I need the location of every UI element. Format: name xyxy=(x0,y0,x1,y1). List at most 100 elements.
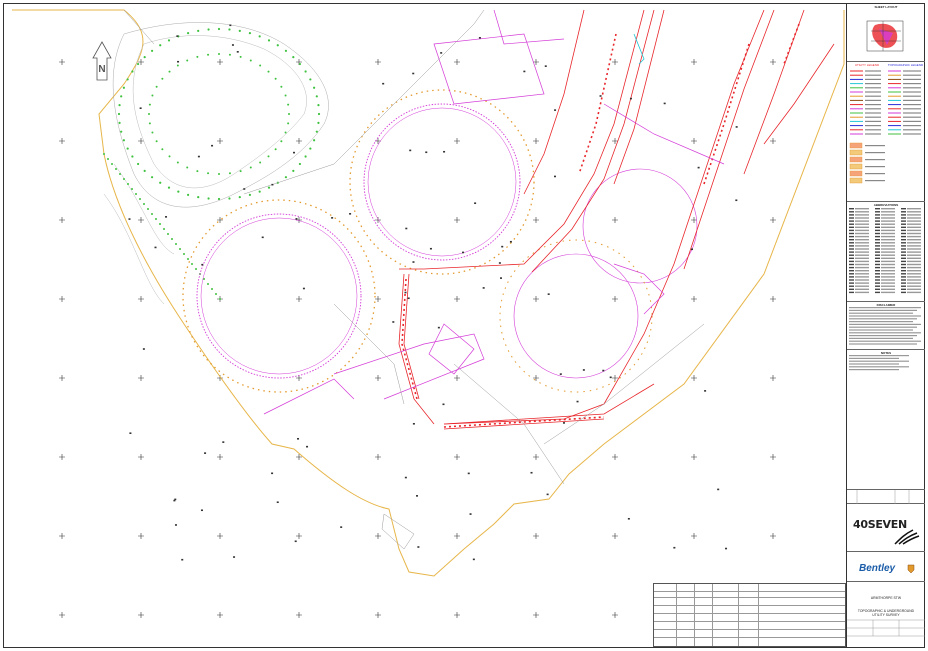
abbr-desc xyxy=(907,257,921,259)
notes-text-block xyxy=(849,355,909,371)
abbr-desc xyxy=(881,254,895,256)
level-dot xyxy=(118,121,121,124)
tank-outline xyxy=(367,107,517,257)
site-name: ARMTHORPE STW xyxy=(870,596,902,600)
abbr-desc xyxy=(881,217,895,219)
level-dot xyxy=(298,162,302,166)
level-dot xyxy=(191,263,193,265)
abbr-desc xyxy=(881,239,895,241)
contour-line xyxy=(112,22,329,208)
level-dot xyxy=(151,131,154,134)
abbr-desc xyxy=(907,285,921,287)
level-dot xyxy=(304,155,307,158)
level-dot xyxy=(228,53,231,56)
survey-drawing-sheet: N SHEET LAYOUT UTILITY LEGEND TOPOGRAPHI… xyxy=(0,0,928,651)
survey-label-mark xyxy=(627,517,630,520)
abbr-code xyxy=(875,229,880,232)
survey-label-mark xyxy=(442,403,445,406)
disclaimer-line xyxy=(849,315,921,317)
abbr-desc xyxy=(855,235,869,238)
grid-cross xyxy=(770,296,776,302)
legend-text-mark xyxy=(903,125,921,127)
survey-label-mark xyxy=(211,144,214,147)
logo-wave-icon xyxy=(894,529,920,545)
survey-label-mark xyxy=(467,472,470,475)
plan-canvas[interactable]: N xyxy=(4,4,846,647)
survey-plan[interactable]: N xyxy=(4,4,846,647)
survey-label-mark xyxy=(295,218,298,220)
abbr-desc xyxy=(881,285,895,287)
abbr-code xyxy=(875,226,880,228)
abbr-code xyxy=(849,232,854,235)
survey-label-mark xyxy=(412,422,415,425)
grid-cross xyxy=(770,375,776,381)
abbr-code xyxy=(901,254,906,256)
key-plan-map[interactable] xyxy=(847,11,925,61)
legend-text-mark xyxy=(903,116,921,118)
grid-cross xyxy=(770,454,776,460)
abbr-desc xyxy=(855,266,869,269)
survey-label-mark xyxy=(443,150,446,153)
disclaimer-line xyxy=(849,309,917,311)
red-utility-lines xyxy=(398,9,835,430)
legend-swatches xyxy=(849,70,921,184)
legend-text-mark xyxy=(865,120,881,122)
abbr-code xyxy=(849,242,854,244)
survey-label-mark xyxy=(416,495,419,497)
grid-cross xyxy=(691,533,697,539)
abbr-code xyxy=(875,273,880,275)
survey-label-mark xyxy=(231,44,234,46)
level-dot xyxy=(135,193,137,195)
legend-text-mark xyxy=(865,78,881,80)
abbr-desc xyxy=(881,229,895,232)
abbr-code xyxy=(901,226,906,228)
level-dot xyxy=(203,278,205,280)
survey-label-mark xyxy=(544,65,547,67)
abbr-desc xyxy=(907,239,921,241)
rev-row xyxy=(654,591,845,592)
abbr-desc xyxy=(907,288,921,290)
level-dot xyxy=(159,223,161,225)
abbr-desc xyxy=(855,260,869,263)
legend-text-mark xyxy=(865,152,885,154)
survey-label-mark xyxy=(271,183,274,186)
legend-text-mark xyxy=(903,120,921,122)
survey-label-mark xyxy=(271,472,274,475)
level-dot xyxy=(287,122,290,125)
abbr-desc xyxy=(907,217,921,219)
survey-label-mark xyxy=(405,227,408,230)
abbr-desc xyxy=(907,260,921,263)
abbr-code xyxy=(849,285,854,287)
grid-cross xyxy=(533,217,539,223)
survey-label-mark xyxy=(407,297,410,300)
abbr-desc xyxy=(855,273,869,275)
abbr-desc xyxy=(855,226,869,228)
abbr-code xyxy=(875,248,880,250)
abbreviations-title: ABBREVIATIONS xyxy=(873,203,899,207)
abbr-code xyxy=(849,229,854,232)
abbr-code xyxy=(849,223,854,225)
abbr-code xyxy=(901,263,906,266)
abbr-desc xyxy=(907,254,921,256)
abbr-desc xyxy=(855,279,869,281)
grid-cross xyxy=(454,375,460,381)
disclaimer-line xyxy=(849,312,913,314)
level-dot xyxy=(167,186,171,189)
level-dot xyxy=(117,112,121,116)
disclaimer-line xyxy=(849,318,917,320)
abbr-code xyxy=(901,214,906,216)
grid-cross xyxy=(296,296,302,302)
survey-label-mark xyxy=(200,509,203,512)
orange-ring xyxy=(182,199,376,393)
abbr-code xyxy=(849,291,854,294)
survey-label-mark xyxy=(243,188,246,190)
level-dot xyxy=(148,103,151,106)
abbr-code xyxy=(849,260,854,263)
level-dot xyxy=(207,172,210,175)
abbr-code xyxy=(849,273,854,275)
abbr-desc xyxy=(907,273,921,275)
level-dot xyxy=(207,28,210,31)
survey-label-mark xyxy=(412,72,415,75)
level-dot xyxy=(163,228,165,230)
level-dot xyxy=(309,78,312,81)
